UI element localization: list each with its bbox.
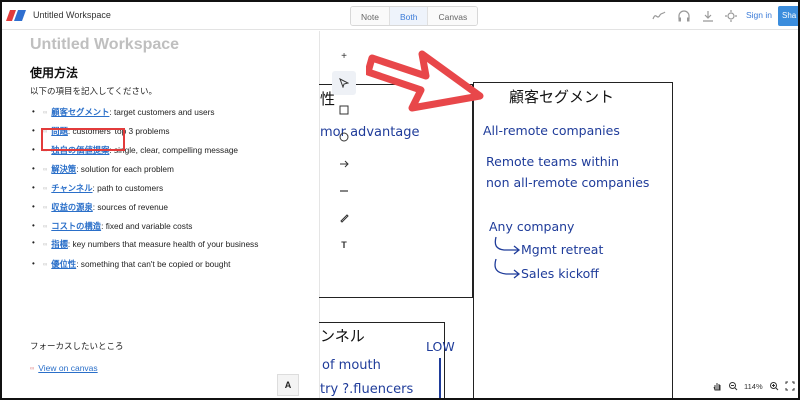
list-item: ∞優位性: something that can't be copied or … [30, 255, 270, 274]
channels-text: try ?.fluencers [320, 382, 414, 397]
arrow-tool-icon[interactable] [332, 152, 356, 176]
segment-text: non all-remote companies [486, 175, 650, 190]
select-pointer-icon[interactable] [332, 71, 356, 95]
segment-text: All-remote companies [483, 123, 620, 138]
link-icon: ∞ [43, 205, 48, 211]
zoom-level: 114% [744, 381, 763, 391]
hand-pan-icon[interactable] [712, 381, 722, 391]
view-mode-switch: Note Both Canvas [350, 6, 479, 26]
intro-text: 以下の項目を記入してください。 [30, 86, 157, 96]
item-link[interactable]: 顧客セグメント [51, 107, 109, 117]
list-item: ∞チャンネル: path to customers [30, 179, 270, 198]
usage-heading: 使用方法 [30, 66, 79, 80]
item-description: : something that can't be copied or boug… [76, 259, 231, 269]
item-link[interactable]: 指標 [51, 239, 68, 249]
document-title[interactable]: Untitled Workspace [30, 36, 179, 54]
line-tool-icon[interactable] [332, 179, 356, 203]
zoom-in-icon[interactable] [769, 381, 779, 391]
sign-in-link[interactable]: Sign in [746, 10, 772, 20]
list-item: ∞解決策: solution for each problem [30, 160, 270, 179]
list-item: ∞顧客セグメント: target customers and users [30, 103, 270, 122]
item-description: : single, clear, compelling message [109, 145, 239, 155]
list-item: ∞収益の源泉: sources of revenue [30, 198, 270, 217]
list-item: ∞コストの構造: fixed and variable costs [30, 217, 270, 236]
app-frame: Untitled Workspace Note Both Canvas Sign… [0, 0, 800, 400]
mode-canvas-tab[interactable]: Canvas [428, 7, 478, 25]
item-link[interactable]: 収益の源泉 [51, 202, 93, 212]
link-icon: ∞ [43, 186, 48, 192]
low-label: LOW [426, 339, 455, 354]
item-link[interactable]: 優位性 [51, 259, 76, 269]
segment-text: Mgmt retreat [521, 242, 604, 257]
link-icon: ∞ [43, 262, 48, 268]
rectangle-tool-icon[interactable] [332, 98, 356, 122]
focus-heading: フォーカスしたいところ [30, 341, 124, 351]
zoom-out-icon[interactable] [728, 381, 738, 391]
customer-segment-title: 顧客セグメント [509, 88, 615, 106]
low-axis-line [439, 358, 441, 398]
app-title[interactable]: Untitled Workspace [33, 10, 111, 20]
item-link[interactable]: コストの構造 [51, 221, 101, 231]
text-tool-icon[interactable]: T [332, 233, 356, 257]
draw-squiggle-icon[interactable] [652, 9, 666, 23]
channels-text: of mouth [322, 358, 381, 373]
segment-text: Remote teams within [486, 154, 620, 169]
item-description: : solution for each problem [76, 164, 174, 174]
settings-icon[interactable] [724, 9, 738, 23]
link-icon: ∞ [43, 167, 48, 173]
highlight-annotation-box [41, 128, 125, 151]
zoom-controls: 114% [706, 374, 798, 398]
item-description: : sources of revenue [92, 202, 168, 212]
mode-note-tab[interactable]: Note [351, 7, 390, 25]
item-link[interactable]: 解決策 [51, 164, 76, 174]
link-icon: ∞ [43, 224, 48, 230]
add-icon[interactable]: + [332, 44, 356, 68]
item-link[interactable]: チャンネル [51, 183, 92, 193]
channels-title: ンネル [320, 327, 365, 345]
share-button[interactable]: Sha [778, 6, 798, 26]
list-item: ∞指標: key numbers that measure health of … [30, 236, 270, 255]
download-icon[interactable] [701, 9, 715, 23]
headphones-icon[interactable] [677, 9, 691, 23]
segment-text: Sales kickoff [521, 266, 599, 281]
ellipse-tool-icon[interactable] [332, 125, 356, 149]
link-icon: ∞ [30, 366, 35, 372]
font-style-button[interactable]: A [277, 374, 299, 396]
mode-both-tab[interactable]: Both [389, 7, 429, 25]
link-icon: ∞ [43, 242, 48, 248]
item-description: : key numbers that measure health of you… [67, 239, 259, 249]
pencil-tool-icon[interactable] [332, 206, 356, 230]
segment-text: Any company [489, 219, 575, 234]
fit-screen-icon[interactable] [785, 381, 795, 391]
top-bar: Untitled Workspace Note Both Canvas Sign… [2, 2, 798, 30]
app-logo-icon[interactable] [6, 10, 26, 21]
view-on-canvas-label: View on canvas [38, 363, 98, 373]
hand-drawn-branch-arrows [494, 236, 521, 279]
item-description: : fixed and variable costs [101, 221, 193, 231]
item-description: : target customers and users [109, 107, 215, 117]
item-description: : path to customers [92, 183, 164, 193]
annotation-arrow-icon [366, 50, 484, 112]
view-on-canvas-link[interactable]: ∞ View on canvas [30, 363, 98, 373]
link-icon: ∞ [43, 110, 48, 116]
canvas-toolbar: + T [332, 44, 356, 260]
